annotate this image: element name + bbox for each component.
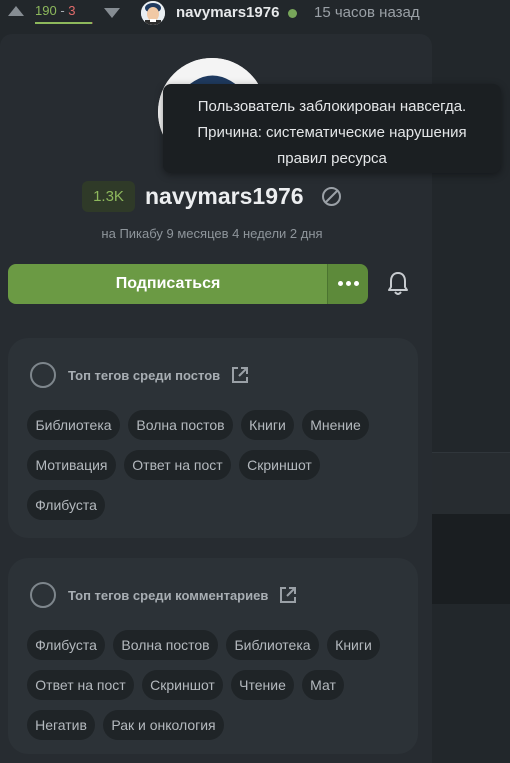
circle-icon	[30, 582, 56, 608]
tag-chip[interactable]: Волна постов	[128, 410, 233, 440]
rating-ratio-bar	[35, 22, 93, 24]
blocked-tooltip: Пользователь заблокирован навсегда. Прич…	[163, 84, 501, 173]
rating-ratio-fill	[35, 22, 92, 24]
comment-author-name[interactable]: navymars1976	[176, 4, 279, 21]
bell-icon[interactable]	[386, 271, 410, 297]
blocked-icon[interactable]	[321, 186, 342, 207]
circle-icon	[30, 362, 56, 388]
background-content-strip	[432, 452, 510, 514]
more-icon	[338, 281, 359, 286]
tooltip-line-1: Пользователь заблокирован навсегда.	[197, 98, 467, 115]
profile-rating-badge: 1.3K	[82, 181, 135, 212]
more-options-button[interactable]	[327, 264, 368, 304]
tag-chip[interactable]: Скриншот	[239, 450, 320, 480]
comment-timestamp[interactable]: 15 часов назад	[314, 4, 420, 21]
tag-chip[interactable]: Мат	[302, 670, 344, 700]
rating-minus: 3	[68, 3, 76, 18]
external-link-icon[interactable]	[230, 365, 250, 385]
top-post-tags-header: Топ тегов среди постов	[30, 362, 250, 388]
tag-chip[interactable]: Чтение	[231, 670, 294, 700]
rating-plus: 190	[35, 3, 57, 18]
tag-chip[interactable]: Библиотека	[226, 630, 319, 660]
tag-chip[interactable]: Книги	[327, 630, 380, 660]
tag-chip[interactable]: Библиотека	[27, 410, 120, 440]
tag-chip[interactable]: Флибуста	[27, 630, 105, 660]
profile-name[interactable]: navymars1976	[145, 181, 304, 212]
avatar[interactable]	[141, 1, 165, 25]
tag-chip[interactable]: Волна постов	[113, 630, 218, 660]
tooltip-line-2: Причина: систематические нарушения	[197, 124, 467, 141]
tag-chip[interactable]: Книги	[241, 410, 294, 440]
tag-chip[interactable]: Ответ на пост	[124, 450, 231, 480]
rating-separator: -	[60, 3, 65, 18]
member-since: на Пикабу 9 месяцев 4 недели 2 дня	[101, 226, 323, 241]
tag-chip[interactable]: Негатив	[27, 710, 95, 740]
background-content-block	[432, 514, 510, 604]
tooltip-line-3: правил ресурса	[277, 150, 387, 167]
comment-rating: 190 - 3	[35, 3, 93, 24]
top-comment-tags-title: Топ тегов среди комментариев	[68, 587, 269, 603]
external-link-icon[interactable]	[278, 585, 298, 605]
tag-chip[interactable]: Мотивация	[27, 450, 116, 480]
subscribe-button[interactable]: Подписаться	[8, 264, 328, 304]
tag-chip[interactable]: Скриншот	[142, 670, 223, 700]
upvote-icon[interactable]	[8, 6, 24, 16]
tag-chip[interactable]: Мнение	[302, 410, 369, 440]
tag-chip[interactable]: Рак и онкология	[103, 710, 224, 740]
tag-chip[interactable]: Ответ на пост	[27, 670, 134, 700]
top-comment-tags-header: Топ тегов среди комментариев	[30, 582, 298, 608]
top-post-tags-card: Топ тегов среди постов Библиотека Волна п…	[8, 338, 418, 538]
top-comment-tags-card: Топ тегов среди комментариев Флибуста Вол…	[8, 558, 418, 754]
downvote-icon[interactable]	[104, 8, 120, 18]
tag-chip[interactable]: Флибуста	[27, 490, 105, 520]
comment-header-bar: 190 - 3 navymars1976 15 часов назад	[0, 0, 510, 26]
top-post-tags-title: Топ тегов среди постов	[68, 367, 221, 383]
online-status-dot	[288, 9, 297, 18]
